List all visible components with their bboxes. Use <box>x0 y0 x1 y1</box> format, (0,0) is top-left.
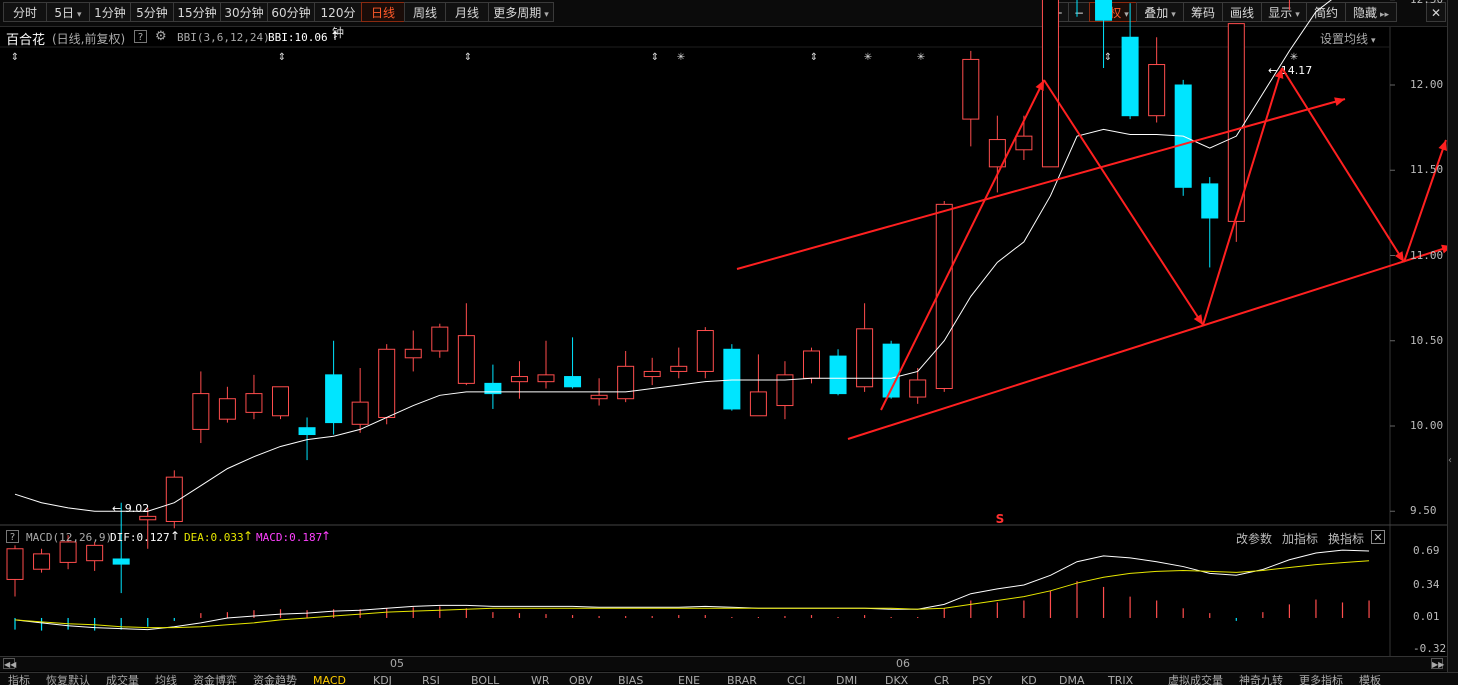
arrow-head-icon <box>1193 314 1203 325</box>
macd-tick-label: 0.69 <box>1413 544 1440 558</box>
dea-up-arrow-icon: ↑ <box>243 529 254 543</box>
candle-body <box>1227 23 1245 222</box>
candle-body <box>1201 183 1219 219</box>
candle-body <box>1148 64 1166 117</box>
candle-body <box>351 401 369 425</box>
indicator-tabs: 指标 恢复默认 成交量 均线 资金博弈 资金趋势 MACD KDJ RSI BOLL WR OBV BI… <box>0 672 1458 685</box>
candle-body <box>962 58 980 120</box>
event-marker-icon: ✳ <box>677 52 685 63</box>
trend-arrow-down-2 <box>1281 67 1405 263</box>
candle-body <box>431 326 449 352</box>
add-indicator-button[interactable]: 加指标 <box>1282 530 1318 547</box>
event-marker-icon: ⇕ <box>810 52 818 63</box>
macd-header: ? MACD(12,26,9) DIF:0.127 ↑ DEA:0.033 ↑ … <box>0 528 1390 546</box>
macd-tick-label: 0.34 <box>1413 577 1440 591</box>
scroll-left-icon[interactable]: ◀◀ <box>3 658 16 669</box>
close-icon[interactable]: ✕ <box>1371 530 1385 544</box>
event-marker-icon: ⇕ <box>1104 52 1112 63</box>
candle-body <box>590 394 608 400</box>
candle-body <box>325 374 343 424</box>
candle-body <box>1015 135 1033 151</box>
event-marker-icon: ⇕ <box>278 52 286 63</box>
macd-tick-label: -0.32 <box>1413 642 1447 655</box>
side-panel-collapsed[interactable]: ‹ <box>1447 0 1458 684</box>
candle-body <box>909 379 927 398</box>
macd-up-arrow-icon: ↑ <box>321 529 332 543</box>
time-scrollbar[interactable]: ◀◀ ▶▶ 05 06 <box>0 656 1447 671</box>
event-marker-icon: ⇕ <box>11 52 19 63</box>
scroll-right-icon[interactable]: ▶▶ <box>1431 658 1444 669</box>
dea-line <box>14 560 1370 629</box>
candle-body <box>696 330 714 372</box>
price-tick-label: 12.00 <box>1410 78 1444 91</box>
change-params-button[interactable]: 改参数 <box>1236 530 1272 547</box>
macd-value: MACD:0.187 <box>256 531 323 544</box>
candle-body <box>86 544 104 562</box>
expand-panel-icon[interactable]: ‹ <box>1448 455 1452 466</box>
candle-body <box>218 398 236 420</box>
macd-help-icon[interactable]: ? <box>6 530 19 543</box>
candle-body <box>617 365 635 400</box>
arrow-head-icon <box>1438 140 1447 151</box>
candle-body <box>1121 36 1139 117</box>
candle-body <box>829 355 847 395</box>
macd-dif: DIF:0.127 <box>110 531 170 544</box>
candle-body <box>723 348 741 410</box>
candle-body <box>643 370 661 378</box>
time-label-may: 05 <box>390 657 404 670</box>
low-price-label: ← 9.02 <box>112 502 149 515</box>
candle-body <box>298 427 316 436</box>
candle-body <box>404 348 422 359</box>
candle-body <box>749 391 767 417</box>
price-tick-label: 11.00 <box>1410 248 1444 262</box>
candle-body <box>803 350 820 379</box>
candlestick-chart[interactable]: ⇕ ⇕ ⇕ ⇕ ✳ ⇕ ✳ ✳ ⇕ ✳ ← 9.02 ← 14.17 S <box>0 0 1447 656</box>
candle-body <box>510 376 528 383</box>
candle-body <box>1095 0 1113 21</box>
bbi-line <box>14 0 1332 512</box>
event-marker-icon: ✳ <box>917 52 925 63</box>
candle-body <box>33 553 51 570</box>
dif-line <box>14 549 1370 631</box>
candle-body <box>457 335 475 384</box>
price-tick-label: 10.50 <box>1410 333 1444 347</box>
macd-params: MACD(12,26,9) <box>26 531 113 544</box>
candle-body <box>139 515 157 521</box>
time-label-june: 06 <box>896 657 910 670</box>
price-tick-label: 11.50 <box>1410 163 1444 177</box>
candle-body <box>378 348 396 418</box>
trend-arrow-up-3 <box>1403 139 1447 263</box>
candle-body <box>6 548 24 580</box>
candle-body <box>245 393 263 413</box>
event-marker-icon: ✳ <box>864 52 872 63</box>
candle-body <box>670 365 688 372</box>
candle-body <box>112 558 130 565</box>
sell-signal-marker: S <box>996 512 1005 526</box>
arrow-head-icon <box>1394 251 1404 262</box>
upper-channel-line <box>736 98 1346 270</box>
switch-indicator-button[interactable]: 换指标 <box>1328 530 1364 547</box>
macd-tick-label: 0.01 <box>1413 610 1440 623</box>
candle-body <box>537 374 555 383</box>
event-marker-icon: ⇕ <box>651 52 659 63</box>
event-marker-icon: ⇕ <box>464 52 472 63</box>
dif-up-arrow-icon: ↑ <box>170 529 181 543</box>
high-price-label: ← 14.17 <box>1268 64 1312 77</box>
candle-body <box>564 376 582 388</box>
price-tick-label: 12.50 <box>1410 0 1443 6</box>
candle-body <box>272 386 289 417</box>
candle-body <box>1041 0 1059 168</box>
candle-body <box>935 203 953 389</box>
price-tick-label: 10.00 <box>1410 419 1444 432</box>
macd-dea: DEA:0.033 <box>184 531 244 544</box>
event-marker-icon: ✳ <box>1290 52 1298 63</box>
price-tick-label: 9.50 <box>1410 504 1437 518</box>
candle-body <box>192 393 210 430</box>
